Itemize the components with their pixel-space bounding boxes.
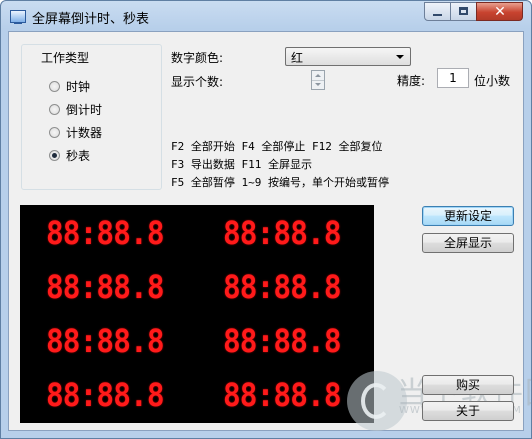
hotkey-line: F2 全部开始 F4 全部停止 F12 全部复位 <box>171 140 383 153</box>
client-area: 工作类型 时钟 倒计时 计数器 秒表 数字颜色: 红 显示个数: 精度: 1 位… <box>8 31 531 431</box>
hotkey-help: F2 全部开始 F4 全部停止 F12 全部复位 F3 导出数据 F11 全屏显… <box>171 138 389 192</box>
radio-circle[interactable] <box>49 126 60 138</box>
radio-label: 时钟 <box>66 79 91 94</box>
radio-clock[interactable]: 时钟 <box>49 78 90 94</box>
update-settings-button[interactable]: 更新设定 <box>422 206 514 226</box>
minimize-button[interactable] <box>424 2 451 21</box>
radio-circle[interactable] <box>49 80 60 92</box>
maximize-button[interactable] <box>450 2 477 21</box>
timer-2: 88:88.8 <box>223 214 342 252</box>
about-button[interactable]: 关于 <box>422 401 514 421</box>
timer-4: 88:88.8 <box>223 268 342 306</box>
display-count-label: 显示个数: <box>171 75 224 89</box>
maximize-icon <box>459 7 468 15</box>
work-type-legend: 工作类型 <box>38 49 93 66</box>
timer-8: 88:88.8 <box>223 376 342 414</box>
buy-button[interactable]: 购买 <box>422 375 514 395</box>
timer-display-panel: 88:88.8 88:88.8 88:88.8 88:88.8 88:88.8 … <box>20 205 374 423</box>
close-button[interactable]: ✕ <box>476 2 523 21</box>
spin-down-icon[interactable] <box>312 80 324 89</box>
digit-color-select[interactable]: 红 <box>285 47 411 66</box>
precision-unit-label: 位小数 <box>474 74 511 88</box>
hotkey-line: F3 导出数据 F11 全屏显示 <box>171 158 312 171</box>
radio-label: 秒表 <box>66 148 91 163</box>
hotkey-line: F5 全部暂停 1~9 按编号，单个开始或暂停 <box>171 176 389 189</box>
watermark-arc <box>361 383 391 419</box>
radio-label: 倒计时 <box>66 102 103 117</box>
display-count-spinner[interactable] <box>311 70 325 90</box>
radio-stopwatch[interactable]: 秒表 <box>49 147 90 163</box>
radio-circle[interactable] <box>49 103 60 115</box>
chevron-down-icon <box>396 55 404 59</box>
precision-label: 精度: <box>397 74 426 88</box>
minimize-icon <box>433 14 442 16</box>
timer-1: 88:88.8 <box>46 214 165 252</box>
window-title: 全屏幕倒计时、秒表 <box>32 12 150 27</box>
app-window: 全屏幕倒计时、秒表 ✕ 工作类型 时钟 倒计时 计数器 秒表 数字颜色: 红 显… <box>0 0 532 439</box>
radio-counter[interactable]: 计数器 <box>49 124 102 140</box>
digit-color-value: 红 <box>291 51 304 65</box>
fullscreen-button[interactable]: 全屏显示 <box>422 233 514 253</box>
title-bar[interactable]: 全屏幕倒计时、秒表 ✕ <box>1 1 531 31</box>
timer-3: 88:88.8 <box>46 268 165 306</box>
app-monitor-icon <box>10 10 26 24</box>
timer-6: 88:88.8 <box>223 322 342 360</box>
close-icon: ✕ <box>494 4 506 20</box>
work-type-group: 工作类型 时钟 倒计时 计数器 秒表 <box>21 44 162 190</box>
radio-countdown[interactable]: 倒计时 <box>49 101 102 117</box>
precision-input[interactable]: 1 <box>437 68 469 88</box>
timer-7: 88:88.8 <box>46 376 165 414</box>
digit-color-label: 数字颜色: <box>171 51 224 65</box>
radio-label: 计数器 <box>66 125 103 140</box>
timer-5: 88:88.8 <box>46 322 165 360</box>
radio-circle-checked[interactable] <box>49 149 60 161</box>
